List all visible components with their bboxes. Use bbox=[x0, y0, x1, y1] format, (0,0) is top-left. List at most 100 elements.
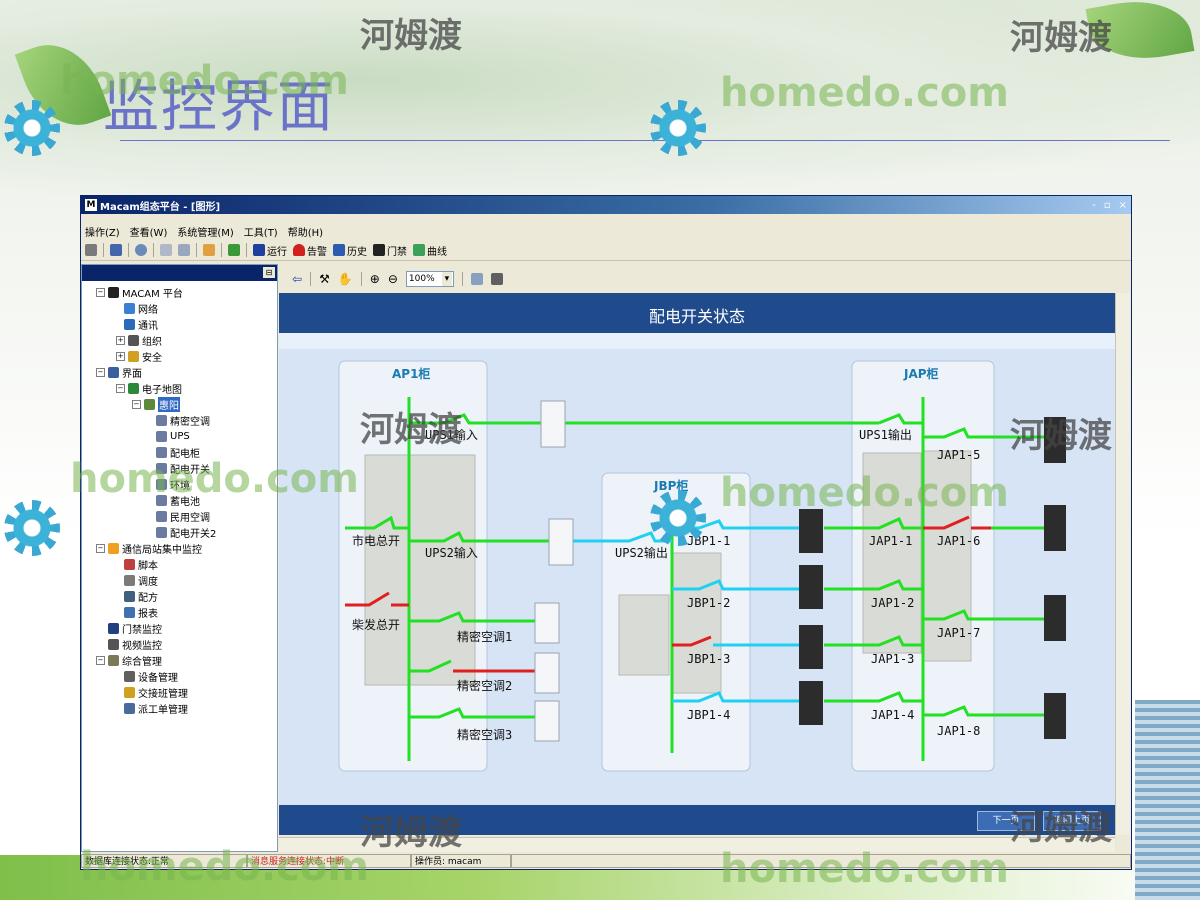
tree-item-9[interactable]: 精密空调 bbox=[156, 413, 210, 428]
jbp-switchgear-image-left bbox=[618, 594, 670, 676]
hand-icon[interactable] bbox=[203, 244, 215, 256]
zoom-in-icon[interactable]: ⊕ bbox=[370, 272, 380, 286]
watermark-flower-icon bbox=[650, 490, 706, 546]
close-button[interactable]: × bbox=[1119, 200, 1127, 211]
history-label: 历史 bbox=[347, 246, 367, 258]
tools-icon[interactable]: ⚒ bbox=[319, 272, 330, 286]
expand-icon[interactable]: + bbox=[116, 351, 125, 361]
tree-item-2[interactable]: 网络 bbox=[124, 301, 158, 316]
zoom-out-icon[interactable]: ⊖ bbox=[388, 272, 398, 286]
tree-item-25[interactable]: 设备管理 bbox=[124, 669, 178, 684]
panel-pin-button[interactable]: ⊟ bbox=[263, 267, 275, 278]
alarm-button[interactable]: 告警 bbox=[293, 243, 327, 258]
page-icon[interactable] bbox=[178, 244, 190, 256]
book-icon[interactable] bbox=[110, 244, 122, 256]
toolbar-separator bbox=[196, 243, 197, 257]
curve-label: 曲线 bbox=[427, 246, 447, 258]
menu-system[interactable]: 系统管理(M) bbox=[177, 224, 233, 239]
rack-icon bbox=[799, 681, 823, 725]
tree-item-5[interactable]: + 安全 bbox=[116, 349, 162, 364]
toolbar-separator bbox=[360, 272, 362, 286]
device-icon bbox=[156, 510, 167, 522]
jap1-6-label: JAP1-6 bbox=[937, 534, 980, 548]
device-icon bbox=[156, 430, 167, 442]
app-logo-icon: M bbox=[85, 199, 97, 211]
diesel-label: 柴发总开 bbox=[352, 617, 400, 632]
collapse-icon[interactable]: − bbox=[96, 287, 105, 297]
workorder-icon bbox=[124, 702, 135, 714]
rack-icon bbox=[1044, 505, 1066, 551]
tree-item-1[interactable]: − MACAM 平台 bbox=[96, 285, 183, 300]
collapse-icon[interactable]: − bbox=[96, 367, 105, 377]
tree-item-label: 视频监控 bbox=[122, 640, 162, 652]
minimize-button[interactable]: - bbox=[1092, 200, 1096, 211]
collapse-icon[interactable]: − bbox=[132, 399, 141, 409]
jap-label: JAP柜 bbox=[903, 366, 939, 381]
back-arrow-icon[interactable]: ⇦ bbox=[292, 272, 302, 286]
jap1-3-label: JAP1-3 bbox=[871, 652, 914, 666]
watermark-en: homedo.com bbox=[60, 58, 349, 104]
tree-item-17[interactable]: − 通信局站集中监控 bbox=[96, 541, 202, 556]
manage-icon bbox=[108, 654, 119, 666]
tree-item-24[interactable]: − 综合管理 bbox=[96, 653, 162, 668]
run-button[interactable]: 运行 bbox=[253, 243, 287, 258]
tree-item-label: UPS bbox=[170, 430, 190, 442]
watermark-en: homedo.com bbox=[70, 456, 359, 502]
menu-tools[interactable]: 工具(T) bbox=[244, 224, 278, 239]
menu-view[interactable]: 查看(W) bbox=[130, 224, 168, 239]
tree-item-6[interactable]: − 界面 bbox=[96, 365, 142, 380]
tree-item-3[interactable]: 通讯 bbox=[124, 317, 158, 332]
watermark-cn: 河姆渡 bbox=[360, 813, 462, 853]
maximize-button[interactable]: ▫ bbox=[1104, 200, 1111, 211]
collapse-icon[interactable]: − bbox=[96, 543, 105, 553]
tree-item-22[interactable]: 门禁监控 bbox=[108, 621, 162, 636]
expand-icon[interactable]: + bbox=[116, 335, 125, 345]
collapse-icon[interactable]: − bbox=[116, 383, 125, 393]
alarm-icon bbox=[293, 244, 305, 256]
tree-item-10[interactable]: UPS bbox=[156, 429, 190, 443]
print-preview-icon[interactable] bbox=[470, 273, 483, 285]
tree-item-label: 界面 bbox=[122, 368, 142, 380]
tree-item-21[interactable]: 报表 bbox=[124, 605, 158, 620]
watermark-flower-icon bbox=[650, 100, 706, 156]
script-icon bbox=[124, 558, 135, 570]
rack-icon bbox=[799, 565, 823, 609]
tree-item-8[interactable]: − 惠阳 bbox=[132, 396, 180, 412]
pin-icon[interactable] bbox=[85, 244, 97, 256]
tree-item-19[interactable]: 调度 bbox=[124, 573, 158, 588]
watermark-flower-icon bbox=[4, 100, 60, 156]
tree-item-4[interactable]: + 组织 bbox=[116, 333, 162, 348]
tree-item-18[interactable]: 脚本 bbox=[124, 557, 158, 572]
vertical-scrollbar[interactable] bbox=[1115, 293, 1130, 835]
tree-item-26[interactable]: 交接班管理 bbox=[124, 685, 188, 700]
search-icon[interactable] bbox=[135, 244, 147, 256]
toolbar-separator bbox=[103, 243, 104, 257]
menu-help[interactable]: 帮助(H) bbox=[288, 224, 323, 239]
tree-item-label: 网络 bbox=[138, 304, 158, 316]
tree-item-16[interactable]: 配电开关2 bbox=[156, 525, 216, 540]
window-icon[interactable] bbox=[160, 244, 172, 256]
history-button[interactable]: 历史 bbox=[333, 243, 367, 258]
network-icon bbox=[124, 302, 135, 314]
zoom-select[interactable]: 100% bbox=[405, 271, 454, 287]
menu-bar: 操作(Z) 查看(W) 系统管理(M) 工具(T) 帮助(H) bbox=[81, 222, 1131, 240]
pan-hand-icon[interactable]: ✋ bbox=[338, 272, 353, 286]
watermark-flower-icon bbox=[4, 500, 60, 556]
watermark-cn: 河姆渡 bbox=[360, 16, 462, 56]
tree-item-15[interactable]: 民用空调 bbox=[156, 509, 210, 524]
tree-item-label: 交接班管理 bbox=[138, 688, 188, 700]
tree-item-label: 通讯 bbox=[138, 320, 158, 332]
curve-button[interactable]: 曲线 bbox=[413, 243, 447, 258]
refresh-icon[interactable] bbox=[228, 244, 240, 256]
jap1-1-label: JAP1-1 bbox=[869, 534, 912, 548]
menu-operate[interactable]: 操作(Z) bbox=[85, 224, 120, 239]
tree-item-27[interactable]: 派工单管理 bbox=[124, 701, 188, 716]
access-control-button[interactable]: 门禁 bbox=[373, 243, 407, 258]
collapse-icon[interactable]: − bbox=[96, 655, 105, 665]
ups1-output-label: UPS1输出 bbox=[859, 427, 912, 442]
tree-item-23[interactable]: 视频监控 bbox=[108, 637, 162, 652]
print-icon[interactable] bbox=[490, 273, 503, 285]
ap1-label: AP1柜 bbox=[392, 366, 430, 381]
tree-item-20[interactable]: 配方 bbox=[124, 589, 158, 604]
tree-item-7[interactable]: − 电子地图 bbox=[116, 381, 182, 396]
